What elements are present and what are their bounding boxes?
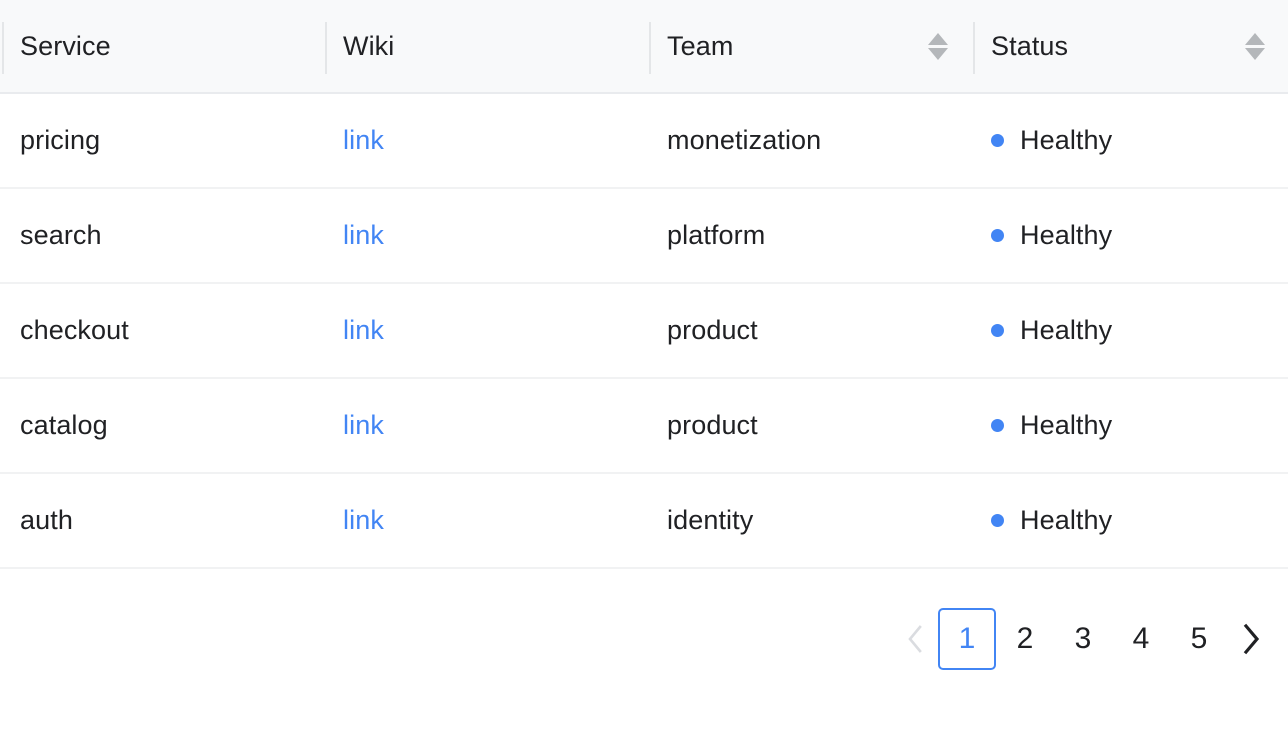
table-row: checkout link product Healthy — [0, 283, 1288, 379]
cell-status: Healthy — [971, 93, 1288, 189]
cell-team: product — [647, 378, 971, 474]
cell-status: Healthy — [971, 283, 1288, 379]
cell-team: identity — [647, 473, 971, 569]
status-dot-icon — [991, 324, 1004, 337]
chevron-right-icon — [1243, 623, 1260, 655]
column-header-status-label: Status — [991, 30, 1069, 61]
column-header-wiki-label: Wiki — [343, 30, 395, 61]
sort-arrows-icon[interactable] — [1244, 29, 1266, 63]
table-row: pricing link monetization Healthy — [0, 93, 1288, 189]
chevron-left-icon — [908, 625, 922, 653]
table-row: catalog link product Healthy — [0, 378, 1288, 474]
status-label: Healthy — [1020, 220, 1113, 250]
column-header-wiki[interactable]: Wiki — [323, 0, 647, 94]
wiki-link[interactable]: link — [343, 125, 384, 155]
pagination-page-1[interactable]: 1 — [938, 608, 996, 670]
column-header-team[interactable]: Team — [647, 0, 971, 94]
cell-team: monetization — [647, 93, 971, 189]
pagination: 1 2 3 4 5 — [892, 608, 1274, 670]
cell-status: Healthy — [971, 378, 1288, 474]
cell-wiki: link — [323, 283, 647, 379]
cell-wiki: link — [323, 93, 647, 189]
column-header-service-label: Service — [20, 30, 111, 61]
pagination-page-3[interactable]: 3 — [1054, 608, 1112, 670]
cell-wiki: link — [323, 473, 647, 569]
table-header-row: Service Wiki Team Status — [0, 0, 1288, 94]
status-dot-icon — [991, 134, 1004, 147]
cell-service: pricing — [0, 93, 323, 189]
status-dot-icon — [991, 229, 1004, 242]
status-dot-icon — [991, 419, 1004, 432]
status-label: Healthy — [1020, 410, 1113, 440]
status-label: Healthy — [1020, 125, 1113, 155]
table-body: pricing link monetization Healthy search… — [0, 93, 1288, 569]
status-label: Healthy — [1020, 505, 1113, 535]
cell-service: auth — [0, 473, 323, 569]
table-header: Service Wiki Team Status — [0, 0, 1288, 94]
cell-team: platform — [647, 188, 971, 284]
wiki-link[interactable]: link — [343, 220, 384, 250]
pagination-prev-button[interactable] — [892, 608, 938, 670]
wiki-link[interactable]: link — [343, 315, 384, 345]
cell-status: Healthy — [971, 188, 1288, 284]
wiki-link[interactable]: link — [343, 410, 384, 440]
wiki-link[interactable]: link — [343, 505, 384, 535]
cell-status: Healthy — [971, 473, 1288, 569]
status-label: Healthy — [1020, 315, 1113, 345]
sort-arrows-icon[interactable] — [927, 29, 949, 63]
cell-wiki: link — [323, 188, 647, 284]
cell-wiki: link — [323, 378, 647, 474]
column-header-status[interactable]: Status — [971, 0, 1288, 94]
pagination-page-5[interactable]: 5 — [1170, 608, 1228, 670]
services-table-page: Service Wiki Team Status pricing link mo… — [0, 0, 1288, 744]
pagination-page-4[interactable]: 4 — [1112, 608, 1170, 670]
pagination-page-2[interactable]: 2 — [996, 608, 1054, 670]
cell-team: product — [647, 283, 971, 379]
status-dot-icon — [991, 514, 1004, 527]
cell-service: search — [0, 188, 323, 284]
pagination-next-button[interactable] — [1228, 608, 1274, 670]
services-table: Service Wiki Team Status pricing link mo… — [0, 0, 1288, 569]
column-header-team-label: Team — [667, 30, 734, 61]
cell-service: catalog — [0, 378, 323, 474]
cell-service: checkout — [0, 283, 323, 379]
table-row: auth link identity Healthy — [0, 473, 1288, 569]
table-row: search link platform Healthy — [0, 188, 1288, 284]
column-header-service[interactable]: Service — [0, 0, 323, 94]
